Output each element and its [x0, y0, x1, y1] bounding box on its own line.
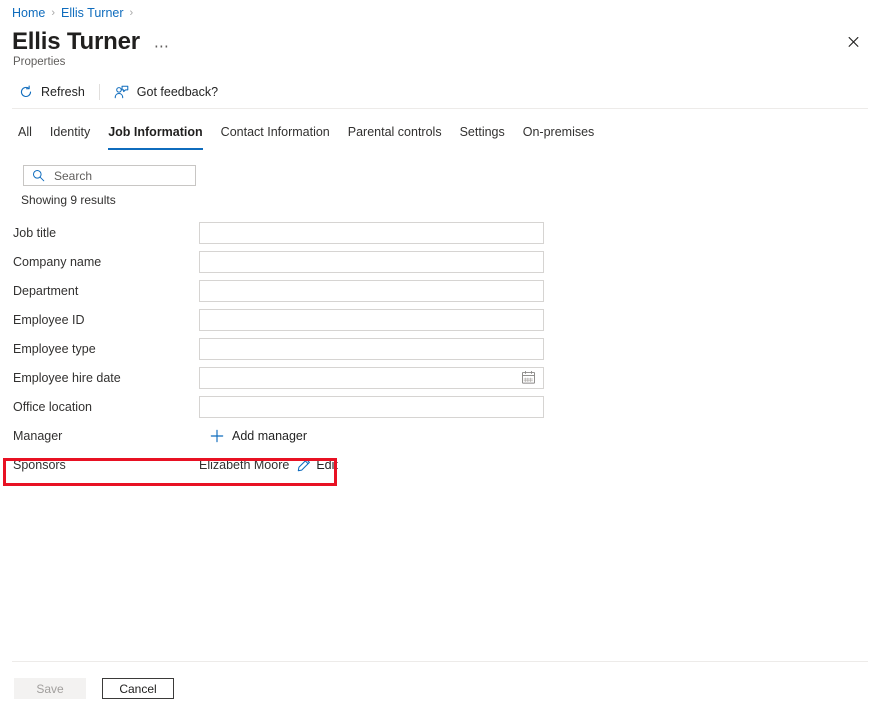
tab-job-information[interactable]: Job Information — [99, 118, 211, 146]
close-button[interactable] — [842, 31, 864, 53]
field-row-manager: Manager Add manager — [0, 422, 881, 450]
field-row-employee-hire-date: Employee hire date — [0, 364, 881, 392]
plus-icon — [209, 428, 224, 443]
field-label-sponsors: Sponsors — [0, 458, 199, 472]
company-name-input[interactable] — [199, 251, 544, 273]
breadcrumb-item-ellis-turner[interactable]: Ellis Turner — [61, 6, 124, 20]
got-feedback-label: Got feedback? — [137, 85, 218, 99]
command-bar: Refresh Got feedback? — [12, 79, 224, 105]
field-row-office-location: Office location — [0, 393, 881, 421]
tab-all[interactable]: All — [9, 118, 41, 146]
field-label-company-name: Company name — [0, 255, 199, 269]
cancel-button[interactable]: Cancel — [102, 678, 174, 699]
more-options-button[interactable]: ⋯ — [154, 42, 170, 52]
refresh-button[interactable]: Refresh — [12, 79, 91, 105]
field-row-sponsors: Sponsors Elizabeth Moore Edit — [0, 451, 881, 479]
field-label-department: Department — [0, 284, 199, 298]
field-row-employee-type: Employee type — [0, 335, 881, 363]
job-title-input[interactable] — [199, 222, 544, 244]
employee-hire-date-input[interactable] — [199, 367, 544, 389]
sponsors-value-group: Elizabeth Moore Edit — [199, 458, 881, 472]
breadcrumb-item-home[interactable]: Home — [12, 6, 45, 20]
breadcrumb: Home › Ellis Turner › — [12, 4, 139, 22]
close-icon — [848, 37, 859, 48]
footer-divider — [12, 661, 868, 662]
title-row: Ellis Turner ⋯ — [12, 28, 170, 56]
field-label-employee-hire-date: Employee hire date — [0, 371, 199, 385]
results-count-label: Showing 9 results — [21, 193, 116, 207]
header-divider — [12, 108, 868, 109]
tab-contact-information[interactable]: Contact Information — [212, 118, 339, 146]
employee-id-input[interactable] — [199, 309, 544, 331]
field-label-employee-type: Employee type — [0, 342, 199, 356]
field-row-job-title: Job title — [0, 219, 881, 247]
field-label-office-location: Office location — [0, 400, 199, 414]
page-title: Ellis Turner — [12, 28, 140, 56]
field-label-employee-id: Employee ID — [0, 313, 199, 327]
field-row-company-name: Company name — [0, 248, 881, 276]
add-manager-button[interactable]: Add manager — [205, 426, 311, 445]
got-feedback-button[interactable]: Got feedback? — [108, 79, 224, 105]
office-location-input[interactable] — [199, 396, 544, 418]
job-information-form: Job title Company name Department Employ… — [0, 219, 881, 480]
tab-settings[interactable]: Settings — [451, 118, 514, 146]
search-icon — [32, 169, 45, 182]
sponsors-value: Elizabeth Moore — [199, 458, 289, 472]
tab-identity[interactable]: Identity — [41, 118, 99, 146]
breadcrumb-separator-icon: › — [130, 8, 134, 19]
add-manager-label: Add manager — [232, 429, 307, 443]
footer-actions: Save Cancel — [14, 678, 174, 699]
tab-list: All Identity Job Information Contact Inf… — [9, 118, 603, 148]
sponsors-edit-link[interactable]: Edit — [316, 458, 338, 472]
pencil-edit-icon[interactable] — [297, 458, 311, 472]
field-label-manager: Manager — [0, 429, 199, 443]
tab-on-premises[interactable]: On-premises — [514, 118, 604, 146]
search-box[interactable] — [23, 165, 196, 186]
feedback-person-icon — [114, 84, 130, 100]
employee-type-input[interactable] — [199, 338, 544, 360]
breadcrumb-separator-icon: › — [51, 8, 55, 19]
field-row-department: Department — [0, 277, 881, 305]
search-input[interactable] — [54, 169, 189, 183]
field-row-employee-id: Employee ID — [0, 306, 881, 334]
save-button[interactable]: Save — [14, 678, 86, 699]
page-subtitle: Properties — [13, 56, 65, 68]
refresh-icon — [18, 84, 34, 100]
refresh-label: Refresh — [41, 85, 85, 99]
department-input[interactable] — [199, 280, 544, 302]
field-label-job-title: Job title — [0, 226, 199, 240]
command-bar-divider — [99, 84, 100, 100]
tab-parental-controls[interactable]: Parental controls — [339, 118, 451, 146]
